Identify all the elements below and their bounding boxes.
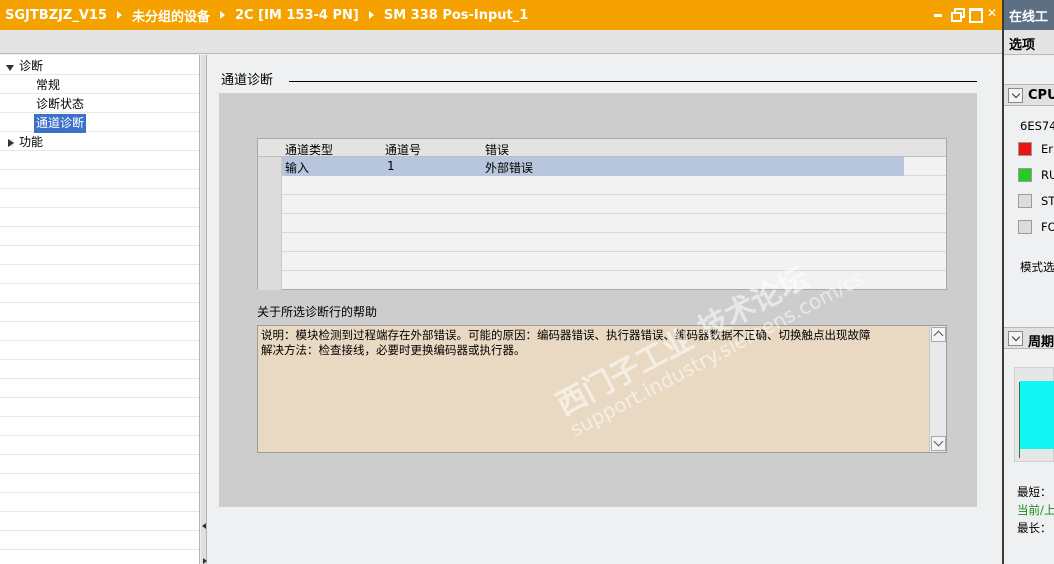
cycle-time-bar — [1020, 381, 1054, 449]
table-row[interactable] — [258, 214, 946, 233]
table-row[interactable] — [258, 195, 946, 214]
chevron-down-icon[interactable] — [1008, 331, 1023, 346]
run-led-icon — [1018, 168, 1032, 182]
table-header: 通道类型 通道号 错误 — [258, 139, 946, 157]
cell-error: 外部错误 — [485, 161, 534, 175]
help-label: 关于所选诊断行的帮助 — [257, 305, 378, 319]
tree-item-label: 诊断 — [19, 59, 44, 73]
tree-item-label: 功能 — [19, 135, 44, 149]
tree-item-label: 常规 — [36, 78, 61, 92]
maximize-icon[interactable] — [968, 7, 983, 23]
help-text-box[interactable]: 说明：模块检测到过程端存在外部错误。可能的原因：编码器错误、执行器错误、编码器数… — [257, 325, 947, 453]
collapse-triangle-icon[interactable] — [8, 139, 14, 147]
cpu-section-header[interactable]: CPU — [1004, 84, 1054, 106]
expand-triangle-icon[interactable] — [6, 65, 14, 71]
row-header[interactable] — [258, 233, 282, 252]
table-row[interactable] — [258, 271, 946, 290]
row-header[interactable] — [258, 271, 282, 290]
column-header-error[interactable]: 错误 — [485, 141, 509, 158]
taskcard-title: 在线工 — [1004, 0, 1054, 30]
breadcrumb-separator-icon — [117, 11, 122, 19]
row-header[interactable] — [258, 252, 282, 271]
options-label: 选项 — [1004, 30, 1054, 55]
stop-led-icon — [1018, 194, 1032, 208]
led-label-error: Er — [1041, 142, 1053, 156]
table-row[interactable]: 输入 1 外部错误 — [258, 157, 946, 176]
force-led-icon — [1018, 220, 1032, 234]
table-row[interactable] — [258, 233, 946, 252]
column-header-channel-type[interactable]: 通道类型 — [285, 141, 333, 158]
breadcrumb-im153[interactable]: 2C [IM 153-4 PN] — [235, 8, 359, 23]
led-label-stop: ST — [1041, 194, 1054, 208]
channel-diagnostics-table: 通道类型 通道号 错误 输入 1 外部错误 — [257, 138, 947, 290]
cycle-time-section-title: 周期 — [1028, 335, 1054, 350]
shortest-cycle-label: 最短： — [1017, 485, 1052, 499]
cycle-time-axis — [1019, 382, 1020, 458]
editor-toolbar — [0, 30, 1002, 54]
chevron-down-icon[interactable] — [1008, 88, 1023, 103]
mode-select-label: 模式选 — [1020, 260, 1054, 274]
help-scrollbar[interactable] — [929, 326, 946, 452]
scroll-up-icon[interactable] — [931, 327, 946, 342]
window-titlebar: SGJTBZJZ_V15 未分组的设备 2C [IM 153-4 PN] SM … — [0, 0, 1002, 30]
breadcrumb-separator-icon — [220, 11, 226, 19]
diagnostics-panel: 通道类型 通道号 错误 输入 1 外部错误 关于所选诊断行的帮助 说明：模块检测… — [219, 93, 977, 507]
tree-item-label: 通道诊断 — [34, 114, 87, 133]
current-cycle-label: 当前/上 — [1017, 503, 1054, 517]
online-tools-taskcard: 在线工 选项 CPU 6ES74 Er RU ST FO 模式选 周期 最短： … — [1004, 0, 1054, 564]
navigation-tree: 诊断 常规 诊断状态 通道诊断 功能 — [0, 55, 200, 564]
row-selection — [282, 157, 904, 176]
cell-channel-number: 1 — [387, 159, 395, 173]
section-title: 通道诊断 — [221, 73, 274, 88]
breadcrumb-ungrouped-devices[interactable]: 未分组的设备 — [132, 6, 210, 25]
help-text: 说明：模块检测到过程端存在外部错误。可能的原因：编码器错误、执行器错误、编码器数… — [261, 328, 871, 357]
scroll-down-icon[interactable] — [931, 436, 946, 451]
row-header[interactable] — [258, 176, 282, 195]
cell-channel-type: 输入 — [285, 161, 310, 175]
window-controls: ✕ — [932, 7, 998, 23]
float-window-icon[interactable] — [950, 7, 965, 22]
led-label-run: RU — [1041, 168, 1054, 182]
row-header[interactable] — [258, 157, 282, 176]
led-label-force: FO — [1041, 220, 1054, 234]
table-row[interactable] — [258, 176, 946, 195]
table-row[interactable] — [258, 252, 946, 271]
order-number: 6ES74 — [1020, 119, 1054, 133]
longest-cycle-label: 最长： — [1017, 521, 1052, 535]
row-header[interactable] — [258, 214, 282, 233]
cycle-time-section-header[interactable]: 周期 — [1004, 327, 1054, 350]
breadcrumb-separator-icon — [368, 11, 374, 19]
collapse-left-icon[interactable] — [202, 523, 206, 529]
cpu-section-title: CPU — [1028, 88, 1054, 103]
breadcrumb-sm338[interactable]: SM 338 Pos-Input_1 — [384, 8, 529, 23]
column-header-channel-number[interactable]: 通道号 — [385, 141, 421, 158]
breadcrumb-project[interactable]: SGJTBZJZ_V15 — [5, 8, 107, 23]
error-led-icon — [1018, 142, 1032, 156]
section-divider — [289, 81, 977, 82]
close-icon[interactable]: ✕ — [986, 7, 998, 19]
main-content: 通道诊断 通道类型 通道号 错误 输入 1 外部错误 关于所选诊断行的帮助 说明… — [207, 55, 1002, 564]
tree-item-label: 诊断状态 — [36, 97, 85, 111]
minimize-icon[interactable] — [932, 7, 944, 19]
row-header[interactable] — [258, 195, 282, 214]
